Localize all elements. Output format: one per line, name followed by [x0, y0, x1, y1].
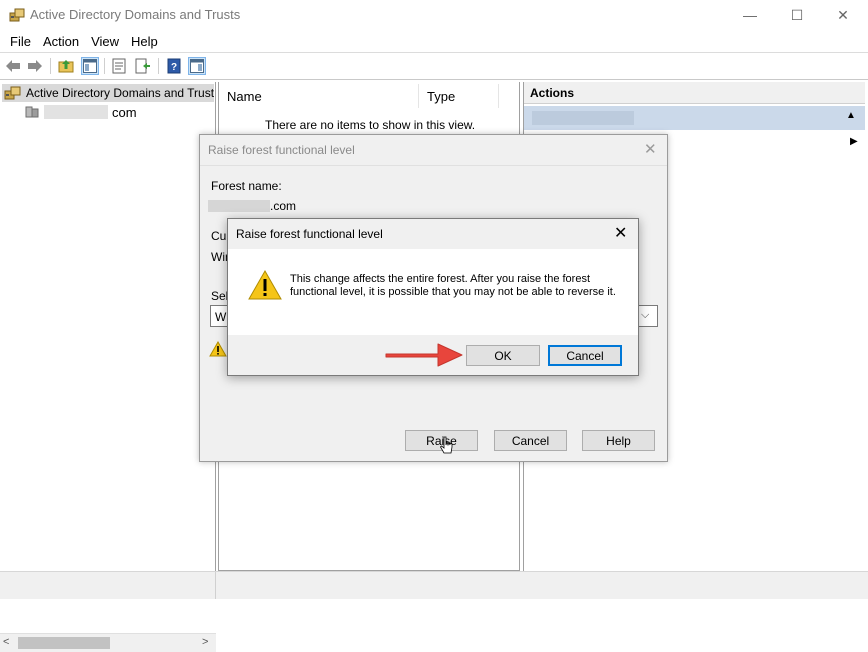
- confirm-dialog-message: This change affects the entire forest. A…: [290, 273, 616, 298]
- outer-cancel-button[interactable]: Cancel: [494, 430, 567, 451]
- menu-action[interactable]: Action: [37, 34, 85, 49]
- properties-button[interactable]: [110, 57, 128, 75]
- console-tree-pane: Active Directory Domains and Trusts com …: [0, 82, 216, 652]
- tree-domain-item[interactable]: com: [24, 103, 137, 121]
- menu-file[interactable]: File: [4, 34, 37, 49]
- minimize-button[interactable]: —: [727, 0, 773, 30]
- confirm-cancel-button[interactable]: Cancel: [548, 345, 622, 366]
- warning-icon: [248, 269, 282, 300]
- column-header-name[interactable]: Name: [219, 84, 419, 108]
- console-tree-icon: [83, 59, 97, 73]
- svg-text:?: ?: [171, 62, 177, 73]
- domain-icon: [25, 106, 39, 118]
- export-list-icon: [135, 58, 150, 74]
- chevron-down-icon: ⌵: [641, 309, 650, 321]
- scrollbar-thumb[interactable]: [18, 637, 110, 649]
- toolbar: ?: [0, 52, 868, 80]
- outer-cancel-button-label: Cancel: [511, 433, 550, 448]
- collapse-up-icon[interactable]: ▲: [846, 110, 856, 121]
- redacted-domain-name: [44, 105, 108, 119]
- menu-view[interactable]: View: [85, 34, 125, 49]
- warning-small-icon: [209, 341, 227, 357]
- help-dialog-button-label: Help: [606, 433, 631, 448]
- folder-up-icon: [58, 60, 74, 73]
- redacted-forest-name: [208, 200, 270, 212]
- confirm-dialog-close-icon[interactable]: ✕: [614, 223, 627, 243]
- tree-domain-label: com: [112, 104, 137, 120]
- forward-button[interactable]: [26, 57, 44, 75]
- back-button[interactable]: [4, 57, 22, 75]
- annotation-arrow-icon: [385, 343, 463, 367]
- actions-selected-group[interactable]: ▲: [524, 106, 865, 130]
- maximize-icon: ☐: [790, 6, 804, 23]
- mouse-cursor-icon: [440, 436, 453, 454]
- title-bar: Active Directory Domains and Trusts — ☐ …: [0, 0, 868, 30]
- toolbar-separator: [50, 58, 51, 74]
- menu-bar: File Action View Help: [0, 30, 868, 52]
- actions-header: Actions: [524, 82, 865, 104]
- minimize-icon: —: [743, 7, 757, 23]
- window-title: Active Directory Domains and Trusts: [30, 7, 241, 22]
- redacted-action-group-label: [532, 111, 634, 125]
- scroll-right-icon[interactable]: >: [202, 636, 208, 648]
- export-list-button[interactable]: [134, 57, 152, 75]
- help-book-icon: ?: [167, 58, 181, 74]
- confirm-dialog-title: Raise forest functional level: [236, 227, 383, 241]
- more-actions-arrow-icon[interactable]: ▶: [850, 136, 858, 147]
- menu-help[interactable]: Help: [125, 34, 164, 49]
- scroll-left-icon[interactable]: <: [3, 636, 9, 648]
- toolbar-separator: [104, 58, 105, 74]
- up-one-level-button[interactable]: [57, 57, 75, 75]
- forest-name-value: .com: [208, 199, 296, 213]
- show-hide-console-tree-button[interactable]: [81, 57, 99, 75]
- ad-domains-app-icon: [9, 8, 25, 22]
- ad-domains-icon: [4, 86, 21, 100]
- close-window-button[interactable]: ✕: [820, 0, 866, 30]
- status-divider: [215, 572, 216, 599]
- confirm-cancel-button-label: Cancel: [566, 348, 604, 363]
- toolbar-separator: [158, 58, 159, 74]
- forest-name-label: Forest name:: [211, 179, 282, 193]
- forward-arrow-icon: [28, 60, 42, 72]
- close-icon: ✕: [837, 6, 849, 23]
- tree-root-label: Active Directory Domains and Trusts: [26, 86, 214, 100]
- maximize-button[interactable]: ☐: [774, 0, 820, 30]
- horizontal-scrollbar[interactable]: < >: [0, 633, 216, 652]
- action-pane-icon: [190, 59, 204, 73]
- raise-forest-dialog-title: Raise forest functional level: [208, 143, 355, 157]
- empty-list-message: There are no items to show in this view.: [265, 118, 476, 132]
- help-button[interactable]: ?: [165, 57, 183, 75]
- raise-forest-dialog-close-icon[interactable]: ✕: [644, 140, 657, 158]
- forest-name-suffix: .com: [270, 199, 297, 213]
- help-dialog-button[interactable]: Help: [582, 430, 655, 451]
- show-hide-action-pane-button[interactable]: [188, 57, 206, 75]
- ok-button[interactable]: OK: [466, 345, 540, 366]
- back-arrow-icon: [6, 60, 20, 72]
- status-bar: [0, 571, 868, 599]
- properties-icon: [112, 58, 126, 74]
- column-header-type[interactable]: Type: [419, 84, 499, 108]
- ok-button-label: OK: [494, 348, 512, 363]
- tree-root-item[interactable]: Active Directory Domains and Trusts: [2, 84, 214, 102]
